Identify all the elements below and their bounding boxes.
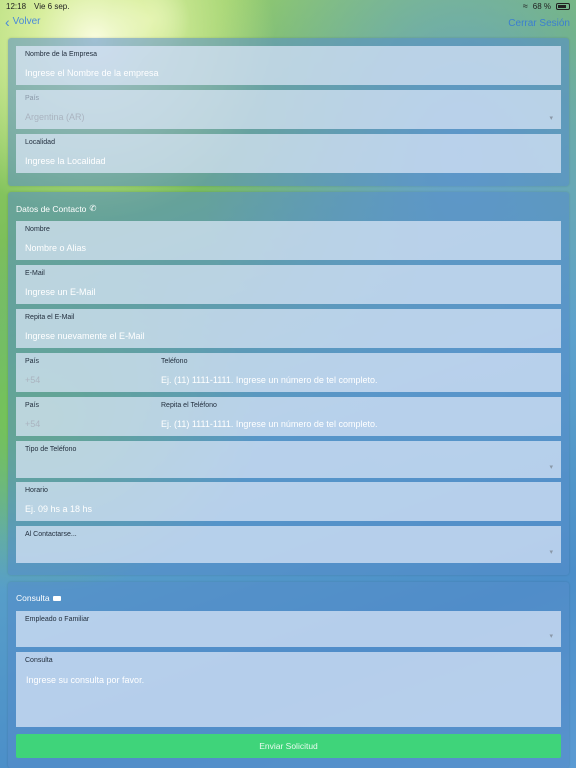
chevron-down-icon: ▾	[549, 549, 553, 556]
status-bar: 12:18 Vie 6 sep. ≈ 68 %	[0, 0, 576, 12]
back-button[interactable]: ‹ Volver	[5, 13, 41, 30]
email-label: E-Mail	[25, 270, 45, 277]
email-field[interactable]: E-Mail Ingrese un E-Mail	[16, 265, 561, 304]
country-code-input[interactable]: +54	[25, 375, 40, 385]
company-country-select[interactable]: País Argentina (AR) ▾	[16, 90, 561, 129]
contact-section: Datos de Contacto ✆ Nombre Nombre o Alia…	[8, 192, 569, 575]
contact-section-title: Datos de Contacto ✆	[16, 203, 97, 214]
company-name-label: Nombre de la Empresa	[25, 51, 97, 58]
phone-field-row: País +54 Teléfono Ej. (11) 1111-1111. In…	[16, 353, 561, 392]
employee-select[interactable]: Empleado o Familiar ▾	[16, 611, 561, 647]
schedule-input[interactable]: Ej. 09 hs a 18 hs	[25, 504, 92, 514]
phone-repeat-label: Repita el Teléfono	[161, 402, 217, 409]
phone-repeat-row: País +54 Repita el Teléfono Ej. (11) 111…	[16, 397, 561, 436]
on-contact-select[interactable]: Al Contactarse... ▾	[16, 526, 561, 563]
email-input[interactable]: Ingrese un E-Mail	[25, 287, 96, 297]
company-name-field[interactable]: Nombre de la Empresa Ingrese el Nombre d…	[16, 46, 561, 85]
phone-input[interactable]: Ej. (11) 1111-1111. Ingrese un número de…	[161, 375, 377, 385]
email-repeat-field[interactable]: Repita el E-Mail Ingrese nuevamente el E…	[16, 309, 561, 348]
status-time: 12:18	[6, 1, 27, 11]
phone-icon: ✆	[89, 203, 97, 213]
country-code-label: País	[25, 358, 40, 365]
company-country-value: Argentina (AR)	[25, 112, 85, 122]
schedule-field[interactable]: Horario Ej. 09 hs a 18 hs	[16, 482, 561, 521]
company-name-input[interactable]: Ingrese el Nombre de la empresa	[25, 68, 159, 78]
chevron-left-icon: ‹	[5, 13, 10, 30]
locality-label: Localidad	[25, 139, 55, 146]
query-section-title: Consulta	[16, 593, 61, 603]
query-label: Consulta	[25, 657, 53, 664]
query-textarea[interactable]: Ingrese su consulta por favor.	[26, 675, 144, 685]
status-date: Vie 6 sep.	[34, 1, 70, 11]
inbox-icon	[52, 595, 61, 601]
country-code-input-2[interactable]: +54	[25, 419, 40, 429]
phone-label: Teléfono	[161, 358, 188, 365]
phone-repeat-input[interactable]: Ej. (11) 1111-1111. Ingrese un número de…	[161, 419, 377, 429]
email-repeat-input[interactable]: Ingrese nuevamente el E-Mail	[25, 331, 145, 341]
contact-title-text: Datos de Contacto	[16, 203, 87, 214]
email-repeat-label: Repita el E-Mail	[25, 314, 75, 321]
locality-field[interactable]: Localidad Ingrese la Localidad	[16, 134, 561, 173]
chevron-down-icon: ▾	[549, 633, 553, 640]
query-field[interactable]: Consulta Ingrese su consulta por favor.	[16, 652, 561, 727]
submit-button[interactable]: Enviar Solicitud	[16, 734, 561, 758]
country-code-label-2: País	[25, 402, 40, 409]
back-label: Volver	[12, 16, 41, 27]
battery-percent: 68 %	[532, 1, 551, 11]
query-title-text: Consulta	[16, 593, 50, 603]
contact-name-field[interactable]: Nombre Nombre o Alias	[16, 221, 561, 260]
company-country-label: País	[25, 95, 40, 102]
wifi-icon: ≈	[522, 1, 528, 11]
phone-type-label: Tipo de Teléfono	[25, 446, 77, 453]
employee-label: Empleado o Familiar	[25, 616, 90, 623]
battery-icon	[556, 2, 570, 10]
company-section: Nombre de la Empresa Ingrese el Nombre d…	[8, 38, 569, 186]
chevron-down-icon: ▾	[549, 464, 553, 471]
schedule-label: Horario	[25, 487, 48, 494]
logout-button[interactable]: Cerrar Sesión	[508, 18, 570, 29]
on-contact-label: Al Contactarse...	[25, 531, 77, 538]
nav-bar: ‹ Volver Cerrar Sesión	[0, 14, 576, 34]
phone-type-select[interactable]: Tipo de Teléfono ▾	[16, 441, 561, 478]
contact-name-label: Nombre	[25, 226, 50, 233]
chevron-down-icon: ▾	[549, 115, 553, 122]
contact-name-input[interactable]: Nombre o Alias	[25, 243, 86, 253]
locality-input[interactable]: Ingrese la Localidad	[25, 156, 106, 166]
